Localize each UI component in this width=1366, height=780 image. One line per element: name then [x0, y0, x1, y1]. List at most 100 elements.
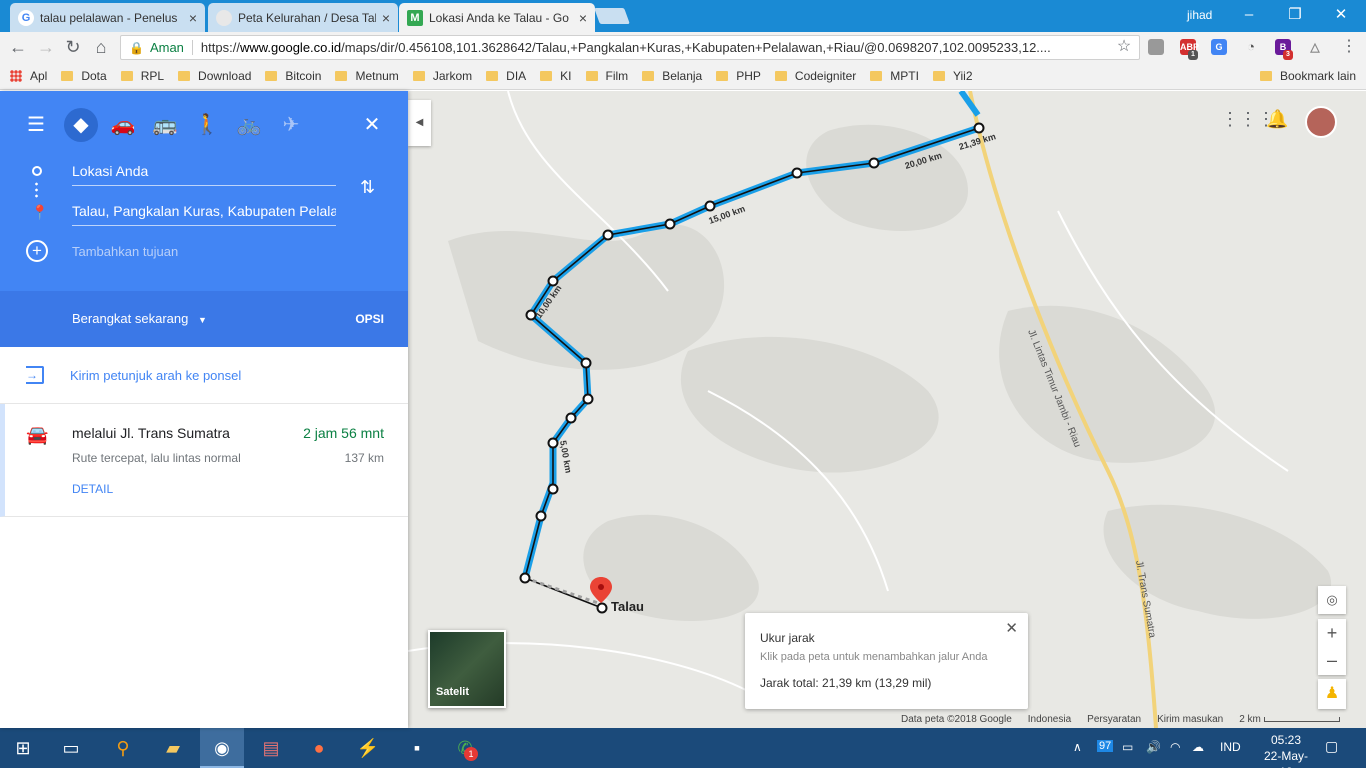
- folder-icon: [265, 70, 278, 81]
- send-to-phone-row[interactable]: → Kirim petunjuk arah ke ponsel: [0, 347, 408, 404]
- map-canvas[interactable]: Talau Jl. Lintas Timur Jambi - Riau Jl. …: [408, 91, 1366, 728]
- feedback-link[interactable]: Kirim masukan: [1157, 714, 1223, 725]
- bookmark-folder[interactable]: Codeigniter: [774, 69, 856, 83]
- bike-mode-icon[interactable]: 🚲: [232, 108, 266, 142]
- bookmark-folder[interactable]: Film: [585, 69, 628, 83]
- clock[interactable]: 05:23 22-May-18: [1260, 732, 1312, 780]
- browser-tab-peta[interactable]: Peta Kelurahan / Desa Tal ×: [208, 3, 398, 32]
- bookmark-star-icon[interactable]: ☆: [1113, 36, 1135, 58]
- restore-icon[interactable]: ❐: [1283, 4, 1307, 26]
- bookmark-folder[interactable]: RPL: [120, 69, 164, 83]
- minimize-icon[interactable]: –: [1237, 4, 1261, 26]
- bookmark-folder[interactable]: Yii2: [932, 69, 973, 83]
- bookmark-folder[interactable]: MPTI: [870, 69, 919, 83]
- close-measure-icon[interactable]: ✕: [1005, 619, 1018, 637]
- menu-kebab-icon[interactable]: ⋮: [1338, 36, 1360, 58]
- tab-title: Peta Kelurahan / Desa Tal: [238, 10, 376, 25]
- reload-icon[interactable]: ↻: [62, 36, 84, 58]
- satellite-toggle[interactable]: Satelit: [428, 630, 506, 708]
- add-destination-icon[interactable]: +: [26, 240, 48, 262]
- notifications-icon[interactable]: 🔔: [1266, 109, 1288, 130]
- menu-icon[interactable]: ☰: [19, 108, 53, 142]
- folder-icon: [178, 70, 191, 81]
- profile-name[interactable]: jihad: [1187, 8, 1212, 22]
- measure-point: [547, 437, 559, 449]
- task-view-icon[interactable]: ▭: [58, 735, 84, 761]
- tray-expand-icon[interactable]: ∧: [1073, 740, 1082, 754]
- bookmark-folder[interactable]: Metnum: [335, 69, 399, 83]
- forward-icon[interactable]: →: [35, 36, 57, 58]
- bookmark-folder[interactable]: Belanja: [642, 69, 702, 83]
- back-icon[interactable]: ←: [7, 36, 29, 58]
- bookmark-folder[interactable]: Download: [178, 69, 251, 83]
- swap-icon[interactable]: ⇅: [360, 177, 375, 198]
- options-button[interactable]: OPSI: [355, 312, 384, 326]
- close-directions-icon[interactable]: ✕: [355, 108, 389, 142]
- satellite-label: Satelit: [436, 686, 470, 698]
- wifi-icon[interactable]: ◠: [1170, 740, 1180, 754]
- language-indicator[interactable]: IND: [1220, 740, 1241, 754]
- speed-icon[interactable]: ◔: [1243, 39, 1259, 55]
- depart-dropdown[interactable]: Berangkat sekarang ▼: [72, 311, 207, 326]
- send-to-phone-label: Kirim petunjuk arah ke ponsel: [70, 368, 242, 383]
- walk-mode-icon[interactable]: 🚶: [190, 108, 224, 142]
- transit-mode-icon[interactable]: 🚌: [148, 108, 182, 142]
- collapse-panel-button[interactable]: ◀: [408, 100, 431, 146]
- origin-input[interactable]: Lokasi Anda: [72, 163, 336, 186]
- notification-center-icon[interactable]: ▢: [1325, 738, 1338, 755]
- home-icon[interactable]: ⌂: [90, 36, 112, 58]
- translate-icon[interactable]: G: [1211, 39, 1227, 55]
- close-tab-icon[interactable]: ×: [382, 10, 390, 26]
- directions-icon[interactable]: ◆: [64, 108, 98, 142]
- bookmark-folder[interactable]: Jarkom: [412, 69, 472, 83]
- scale-bar[interactable]: 2 km: [1239, 714, 1340, 725]
- lock-icon: 🔒: [129, 40, 144, 55]
- destination-input[interactable]: Talau, Pangkalan Kuras, Kabupaten Pelala…: [72, 203, 336, 226]
- zoom-in-button[interactable]: +: [1318, 619, 1346, 647]
- bookmark-other[interactable]: Bookmark lain: [1259, 69, 1356, 83]
- firefox-icon[interactable]: ●: [306, 735, 332, 761]
- my-location-button[interactable]: ◎: [1318, 586, 1346, 614]
- region-link[interactable]: Indonesia: [1028, 714, 1071, 725]
- route-detail-button[interactable]: DETAIL: [72, 482, 113, 496]
- sticky-notes-icon[interactable]: ▪: [404, 735, 430, 761]
- browser-tab-maps[interactable]: M Lokasi Anda ke Talau - Go ×: [399, 3, 595, 32]
- avatar[interactable]: [1305, 106, 1337, 138]
- flight-mode-icon[interactable]: ✈: [274, 108, 308, 142]
- close-tab-icon[interactable]: ×: [189, 10, 197, 26]
- address-bar[interactable]: 🔒 Aman https://www.google.co.id/maps/dir…: [120, 35, 1140, 60]
- add-destination-button[interactable]: Tambahkan tujuan: [72, 244, 178, 259]
- bookmark-folder[interactable]: Bitcoin: [265, 69, 321, 83]
- browser-tab-search[interactable]: G talau pelalawan - Penelus ×: [10, 3, 205, 32]
- tab-title: talau pelalawan - Penelus: [40, 10, 178, 25]
- battery-level[interactable]: 97: [1097, 740, 1114, 752]
- bookmark-folder[interactable]: Dota: [61, 69, 107, 83]
- chrome-icon[interactable]: ◉: [209, 735, 235, 761]
- folder-icon: [412, 70, 425, 81]
- books-icon[interactable]: ▤: [258, 735, 284, 761]
- bookmark-folder[interactable]: DIA: [486, 69, 526, 83]
- drive-icon[interactable]: △: [1307, 39, 1323, 55]
- close-window-icon[interactable]: ✕: [1329, 4, 1353, 26]
- place-label-talau[interactable]: Talau: [611, 599, 644, 614]
- battery-icon[interactable]: ▭: [1122, 740, 1133, 754]
- bookmarks-bar: Apl Dota RPL Download Bitcoin Metnum Jar…: [0, 62, 1366, 90]
- pegman-icon[interactable]: ♟: [1318, 679, 1346, 709]
- car-mode-icon[interactable]: 🚗: [106, 108, 140, 142]
- file-explorer-icon[interactable]: ▰: [160, 735, 186, 761]
- bookmark-apps[interactable]: Apl: [10, 69, 47, 83]
- route-duration: 2 jam 56 mnt: [303, 425, 384, 441]
- close-tab-icon[interactable]: ×: [579, 10, 587, 26]
- terms-link[interactable]: Persyaratan: [1087, 714, 1141, 725]
- volume-icon[interactable]: 🔊: [1146, 740, 1161, 754]
- search-icon[interactable]: ⚲: [110, 735, 136, 761]
- route-option[interactable]: 🚘 melalui Jl. Trans Sumatra 2 jam 56 mnt…: [0, 404, 408, 517]
- cloud-icon[interactable]: ☁: [1192, 740, 1204, 754]
- extension-icon[interactable]: [1148, 39, 1164, 55]
- windows-start-icon[interactable]: ⊞: [10, 735, 36, 761]
- sublime-icon[interactable]: ⚡: [355, 735, 381, 761]
- new-tab-button[interactable]: [594, 8, 630, 24]
- bookmark-folder[interactable]: KI: [540, 69, 572, 83]
- bookmark-folder[interactable]: PHP: [716, 69, 761, 83]
- zoom-out-button[interactable]: –: [1318, 647, 1346, 675]
